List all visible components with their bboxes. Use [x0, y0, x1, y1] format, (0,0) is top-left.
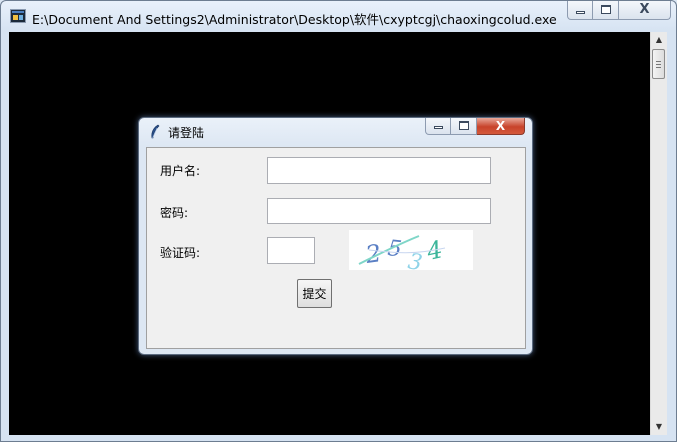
window-titlebar[interactable]: E:\Document And Settings2\Administrator\…	[1, 1, 676, 33]
login-form: 用户名: 密码: 验证码: 2534 提交	[146, 147, 526, 349]
password-input[interactable]	[267, 198, 491, 224]
username-label: 用户名:	[160, 164, 201, 178]
maximize-icon	[459, 121, 469, 130]
minimize-icon	[576, 11, 585, 14]
minimize-icon	[434, 126, 443, 129]
window-controls: X	[567, 1, 671, 21]
captcha-label: 验证码:	[160, 246, 201, 260]
grip-line	[656, 67, 661, 68]
close-icon: X	[639, 2, 650, 17]
login-dialog: 请登陆 X 用户名: 密码: 验证码: 2534 提交	[138, 117, 533, 355]
captcha-input[interactable]	[267, 237, 315, 264]
scroll-thumb[interactable]	[652, 49, 665, 79]
close-button[interactable]: X	[619, 1, 671, 20]
grip-line	[656, 64, 661, 65]
dialog-title: 请登陆	[168, 126, 205, 140]
username-input[interactable]	[267, 157, 491, 184]
maximize-button[interactable]	[593, 1, 619, 20]
dialog-close-button[interactable]: X	[477, 118, 525, 135]
dialog-controls: X	[425, 118, 525, 135]
window-title: E:\Document And Settings2\Administrator\…	[32, 12, 557, 27]
grip-line	[656, 61, 661, 62]
captcha-image[interactable]: 2 53 4	[349, 230, 473, 270]
dialog-maximize-button[interactable]	[451, 118, 477, 135]
console-app-icon	[10, 9, 26, 23]
minimize-button[interactable]	[567, 1, 593, 20]
password-label: 密码:	[160, 206, 189, 220]
feather-icon	[151, 124, 160, 140]
scroll-down-arrow-icon[interactable]: ▼	[651, 419, 667, 435]
vertical-scrollbar[interactable]: ▲ ▼	[650, 32, 667, 435]
maximize-icon	[601, 5, 611, 14]
close-icon: X	[495, 119, 506, 133]
scroll-up-arrow-icon[interactable]: ▲	[651, 32, 667, 48]
dialog-minimize-button[interactable]	[425, 118, 451, 135]
submit-button[interactable]: 提交	[297, 279, 332, 308]
